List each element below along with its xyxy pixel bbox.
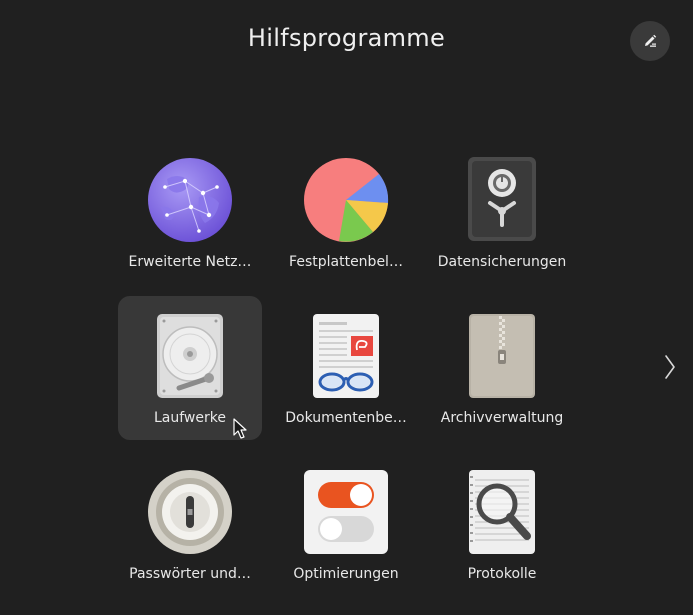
keyhole-icon bbox=[148, 470, 232, 554]
app-label: Optimierungen bbox=[293, 566, 399, 582]
mouse-pointer-icon bbox=[233, 418, 247, 439]
app-tile-tweaks[interactable]: Optimierungen bbox=[274, 452, 418, 596]
hard-disk-icon bbox=[157, 314, 223, 398]
app-tile-backups[interactable]: Datensicherungen bbox=[430, 140, 574, 284]
app-grid: Erweiterte Netz… Festplattenbel… Datensi… bbox=[112, 140, 582, 608]
chevron-right-icon bbox=[665, 355, 675, 379]
app-folder-window: Hilfsprogramme Erweiterte Netz… Festplat… bbox=[0, 0, 693, 615]
folder-title[interactable]: Hilfsprogramme bbox=[0, 24, 693, 52]
app-tile-logs[interactable]: Protokolle bbox=[430, 452, 574, 596]
pencil-icon bbox=[645, 34, 657, 47]
app-label: Festplattenbel… bbox=[289, 254, 403, 270]
app-tile-passwords[interactable]: Passwörter und… bbox=[118, 452, 262, 596]
safe-vault-icon bbox=[468, 157, 536, 241]
zip-archive-icon bbox=[469, 314, 535, 398]
app-label: Erweiterte Netz… bbox=[128, 254, 252, 270]
app-label: Passwörter und… bbox=[129, 566, 251, 582]
app-tile-document-viewer[interactable]: Dokumentenbe… bbox=[274, 296, 418, 440]
magnifier-log-icon bbox=[469, 470, 535, 554]
edit-folder-button[interactable] bbox=[630, 21, 670, 61]
app-label: Archivverwaltung bbox=[440, 410, 564, 426]
toggle-switches-icon bbox=[304, 470, 388, 554]
app-tile-network[interactable]: Erweiterte Netz… bbox=[118, 140, 262, 284]
document-glasses-icon bbox=[313, 314, 379, 398]
app-tile-archive-manager[interactable]: Archivverwaltung bbox=[430, 296, 574, 440]
globe-network-icon bbox=[148, 158, 232, 242]
app-label: Datensicherungen bbox=[437, 254, 567, 270]
app-label: Protokolle bbox=[467, 566, 537, 582]
next-page-button[interactable] bbox=[658, 350, 682, 384]
pie-chart-icon bbox=[304, 158, 389, 242]
app-label: Dokumentenbe… bbox=[285, 410, 407, 426]
app-tile-disk-usage[interactable]: Festplattenbel… bbox=[274, 140, 418, 284]
